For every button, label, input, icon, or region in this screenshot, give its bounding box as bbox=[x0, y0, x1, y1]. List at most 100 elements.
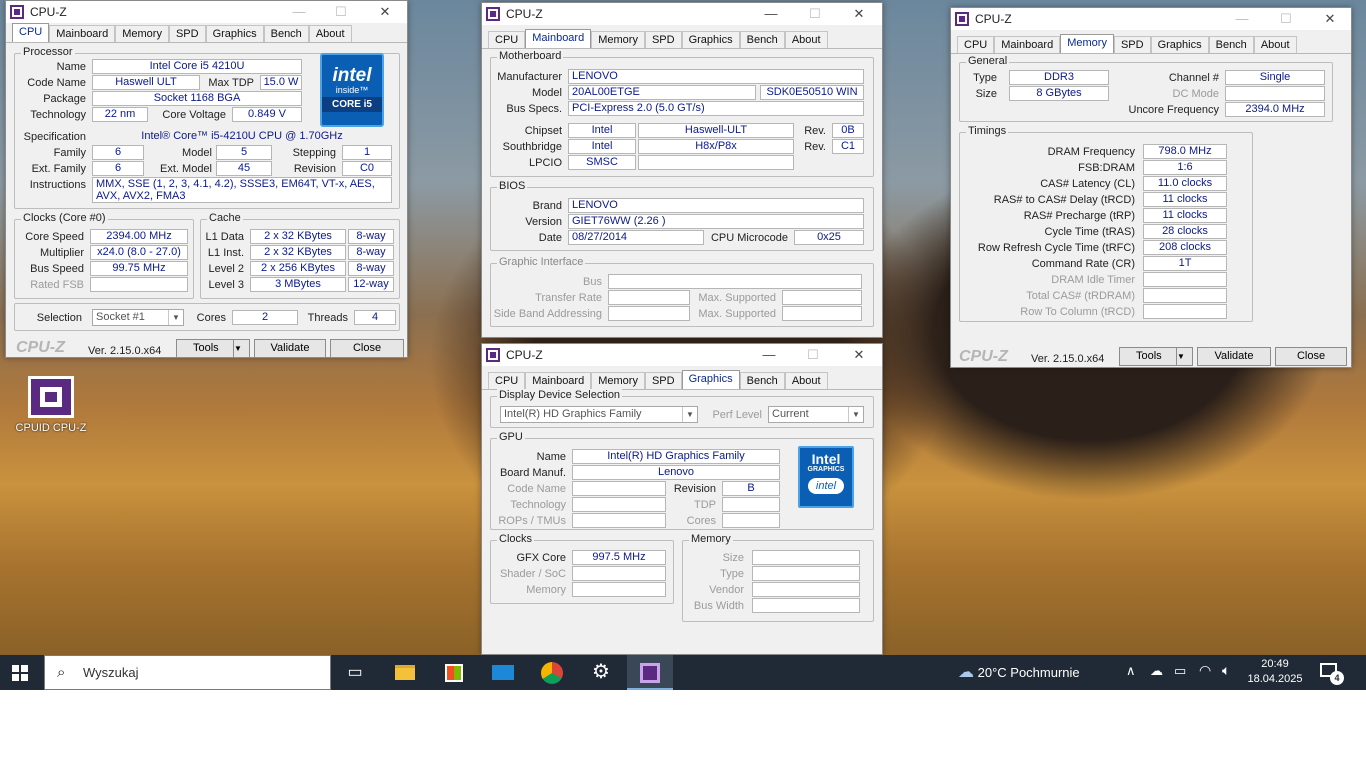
minimize-icon[interactable]: — bbox=[1219, 8, 1265, 30]
gi-maxsup2-value bbox=[782, 306, 862, 321]
start-button[interactable] bbox=[0, 655, 40, 690]
minimize-icon[interactable]: — bbox=[276, 1, 322, 23]
tab-memory[interactable]: Memory bbox=[591, 372, 645, 389]
level3-value: 3 MBytes bbox=[250, 277, 346, 292]
l1data-value: 2 x 32 KBytes bbox=[250, 229, 346, 244]
battery-icon[interactable]: ▭ bbox=[1174, 663, 1186, 679]
tab-graphics[interactable]: Graphics bbox=[1150, 36, 1209, 53]
close-icon[interactable]: ✕ bbox=[836, 344, 882, 366]
l1data-way: 8-way bbox=[348, 229, 394, 244]
tab-cpu[interactable]: CPU bbox=[12, 23, 50, 42]
tools-button[interactable]: Tools ▼ bbox=[1119, 347, 1193, 366]
tab-graphics[interactable]: Graphics bbox=[681, 370, 740, 389]
intel-logo-brand: intel bbox=[808, 478, 844, 494]
tab-about[interactable]: About bbox=[784, 372, 828, 389]
l1data-label: L1 Data bbox=[205, 231, 244, 243]
minimize-icon[interactable]: — bbox=[748, 3, 794, 25]
tab-spd[interactable]: SPD bbox=[1113, 36, 1151, 53]
display-device-select[interactable]: Intel(R) HD Graphics Family ▼ bbox=[500, 406, 698, 423]
timing-label: Total CAS# (tRDRAM) bbox=[1026, 290, 1135, 302]
cloud-icon: ☁ bbox=[958, 664, 974, 681]
file-explorer-icon[interactable] bbox=[382, 655, 428, 690]
wifi-icon[interactable]: ◠ bbox=[1199, 662, 1211, 679]
tab-spd[interactable]: SPD bbox=[644, 31, 682, 48]
package-value: Socket 1168 BGA bbox=[92, 91, 302, 106]
group-label: Display Device Selection bbox=[497, 389, 623, 401]
validate-button[interactable]: Validate bbox=[254, 339, 326, 358]
maxtdp-value: 15.0 W bbox=[260, 75, 302, 90]
tab-bench[interactable]: Bench bbox=[739, 31, 785, 48]
tab-mainboard[interactable]: Mainboard bbox=[525, 372, 592, 389]
gpu-name-value: Intel(R) HD Graphics Family bbox=[572, 449, 780, 464]
close-button[interactable]: Close bbox=[1275, 347, 1347, 366]
close-button[interactable]: Close bbox=[330, 339, 404, 358]
tools-button[interactable]: Tools ▼ bbox=[176, 339, 250, 358]
group-label: Graphic Interface bbox=[497, 256, 586, 268]
volume-icon[interactable]: 🔈︎ bbox=[1222, 662, 1230, 679]
tab-about[interactable]: About bbox=[1253, 36, 1297, 53]
chevron-down-icon[interactable]: ▼ bbox=[233, 340, 249, 357]
tab-bench[interactable]: Bench bbox=[739, 372, 785, 389]
maximize-icon[interactable]: ☐ bbox=[792, 3, 838, 25]
title-bar: CPU-Z — ☐ ✕ bbox=[482, 344, 882, 366]
busspeed-label: Bus Speed bbox=[30, 263, 84, 275]
socket-select[interactable]: Socket #1 ▼ bbox=[92, 309, 184, 326]
tab-memory[interactable]: Memory bbox=[115, 25, 169, 42]
cores-value: 2 bbox=[232, 310, 298, 325]
tab-mainboard[interactable]: Mainboard bbox=[49, 25, 116, 42]
cpuz-window-mainboard: CPU-Z — ☐ ✕ CPU Mainboard Memory SPD Gra… bbox=[481, 2, 883, 338]
tab-bench[interactable]: Bench bbox=[1208, 36, 1254, 53]
tab-memory[interactable]: Memory bbox=[1060, 34, 1114, 53]
tab-panel: Motherboard Manufacturer LENOVO Model 20… bbox=[486, 50, 878, 335]
cpuz-window-memory: CPU-Z — ☐ ✕ CPU Mainboard Memory SPD Gra… bbox=[950, 7, 1352, 368]
store-icon[interactable] bbox=[431, 655, 477, 690]
settings-icon[interactable]: ⚙ bbox=[578, 655, 624, 690]
chevron-down-icon[interactable]: ▼ bbox=[1176, 348, 1192, 365]
close-icon[interactable]: ✕ bbox=[362, 1, 408, 23]
bios-date-value: 08/27/2014 bbox=[568, 230, 704, 245]
tab-memory[interactable]: Memory bbox=[591, 31, 645, 48]
timing-label: DRAM Frequency bbox=[1047, 146, 1135, 158]
tab-cpu[interactable]: CPU bbox=[957, 36, 995, 53]
tab-mainboard[interactable]: Mainboard bbox=[994, 36, 1061, 53]
tab-graphics[interactable]: Graphics bbox=[205, 25, 264, 42]
chipset-model-value: Haswell-ULT bbox=[638, 123, 794, 138]
cloud-sync-icon[interactable]: ☁ bbox=[1150, 663, 1163, 679]
cpuz-taskbar-icon[interactable] bbox=[627, 655, 673, 690]
tab-graphics[interactable]: Graphics bbox=[681, 31, 740, 48]
tab-mainboard[interactable]: Mainboard bbox=[525, 29, 592, 48]
mail-icon[interactable] bbox=[480, 655, 526, 690]
close-icon[interactable]: ✕ bbox=[836, 3, 882, 25]
cpuz-icon bbox=[955, 12, 969, 26]
chrome-icon[interactable] bbox=[529, 655, 575, 690]
timing-label: Command Rate (CR) bbox=[1031, 258, 1135, 270]
tab-spd[interactable]: SPD bbox=[168, 25, 206, 42]
clock[interactable]: 20:49 18.04.2025 bbox=[1244, 657, 1306, 687]
maximize-icon[interactable]: ☐ bbox=[318, 1, 364, 23]
validate-button[interactable]: Validate bbox=[1197, 347, 1271, 366]
tab-about[interactable]: About bbox=[308, 25, 352, 42]
perf-level-select[interactable]: Current ▼ bbox=[768, 406, 864, 423]
chevron-up-icon[interactable]: ∧ bbox=[1126, 663, 1136, 679]
version-label: Ver. 2.15.0.x64 bbox=[88, 345, 162, 357]
tab-cpu[interactable]: CPU bbox=[488, 31, 526, 48]
bios-version-value: GIET76WW (2.26 ) bbox=[568, 214, 864, 229]
maximize-icon[interactable]: ☐ bbox=[1263, 8, 1309, 30]
minimize-icon[interactable]: — bbox=[746, 344, 792, 366]
chipset-rev-value: 0B bbox=[832, 123, 864, 138]
tab-spd[interactable]: SPD bbox=[644, 372, 682, 389]
type-label: Type bbox=[973, 72, 997, 84]
maximize-icon[interactable]: ☐ bbox=[790, 344, 836, 366]
notification-button[interactable]: 4 bbox=[1316, 661, 1346, 685]
intel-inside: inside™ bbox=[335, 85, 369, 95]
tab-bench[interactable]: Bench bbox=[263, 25, 309, 42]
group-label: Cache bbox=[207, 212, 243, 224]
tab-cpu[interactable]: CPU bbox=[488, 372, 526, 389]
desktop-icon-cpuz[interactable]: CPUID CPU-Z bbox=[14, 376, 88, 434]
close-icon[interactable]: ✕ bbox=[1307, 8, 1353, 30]
search-box[interactable]: ⌕ Wyszukaj bbox=[44, 655, 331, 690]
weather-widget[interactable]: ☁ 20°C Pochmurnie bbox=[958, 655, 1080, 690]
task-view-icon[interactable]: ▭ bbox=[332, 655, 378, 690]
intel-logo-title: Intel bbox=[811, 451, 841, 467]
tab-about[interactable]: About bbox=[784, 31, 828, 48]
